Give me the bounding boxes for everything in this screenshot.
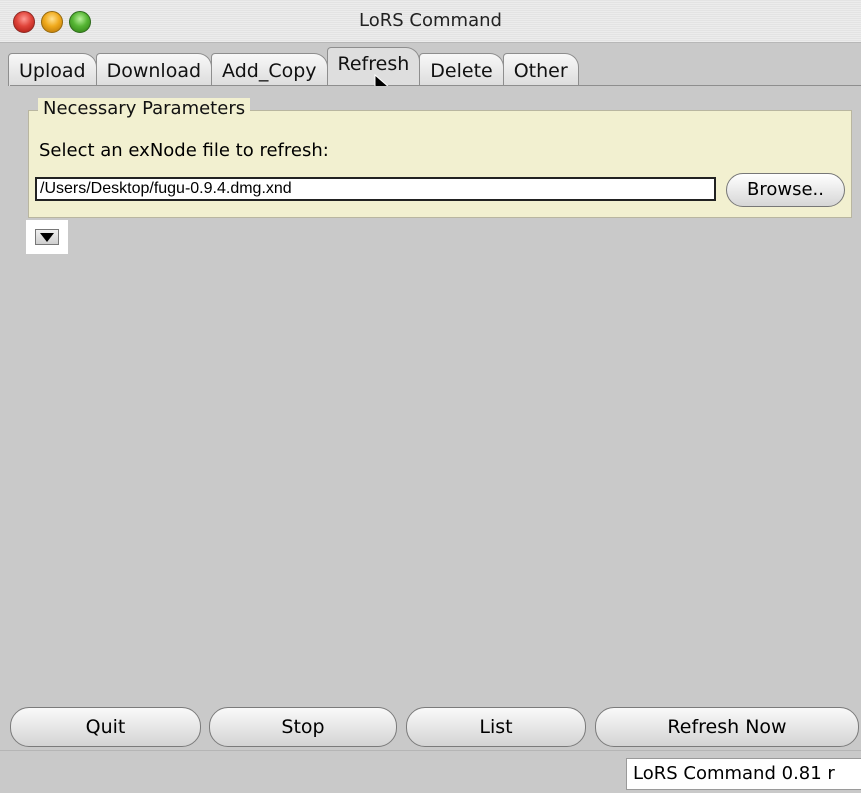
expand-options-toggle[interactable] [26, 220, 68, 254]
window-title: LoRS Command [359, 10, 502, 31]
tab-delete[interactable]: Delete [419, 53, 504, 86]
tab-other[interactable]: Other [502, 53, 579, 86]
triangle-down-icon [35, 229, 59, 245]
necessary-parameters-group: Necessary Parameters Select an exNode fi… [28, 98, 852, 218]
version-status: LoRS Command 0.81 r [626, 758, 861, 790]
tab-download[interactable]: Download [95, 53, 213, 86]
status-divider [0, 750, 861, 751]
tab-add-copy[interactable]: Add_Copy [211, 53, 328, 86]
exnode-prompt-label: Select an exNode file to refresh: [39, 140, 329, 161]
refresh-now-button[interactable]: Refresh Now [595, 707, 859, 747]
action-buttons: Quit Stop List Refresh Now [0, 704, 861, 750]
stop-button[interactable]: Stop [209, 707, 397, 747]
group-legend: Necessary Parameters [38, 98, 251, 119]
quit-button[interactable]: Quit [10, 707, 201, 747]
list-button[interactable]: List [406, 707, 586, 747]
tab-upload[interactable]: Upload [8, 53, 97, 86]
tab-bar: Upload Download Add_Copy Refresh Delete … [8, 46, 579, 86]
title-bar: LoRS Command [0, 0, 861, 43]
browse-button[interactable]: Browse.. [726, 173, 845, 207]
refresh-panel: Necessary Parameters Select an exNode fi… [10, 86, 861, 702]
exnode-file-field[interactable]: /Users/Desktop/fugu-0.9.4.dmg.xnd [35, 177, 716, 201]
